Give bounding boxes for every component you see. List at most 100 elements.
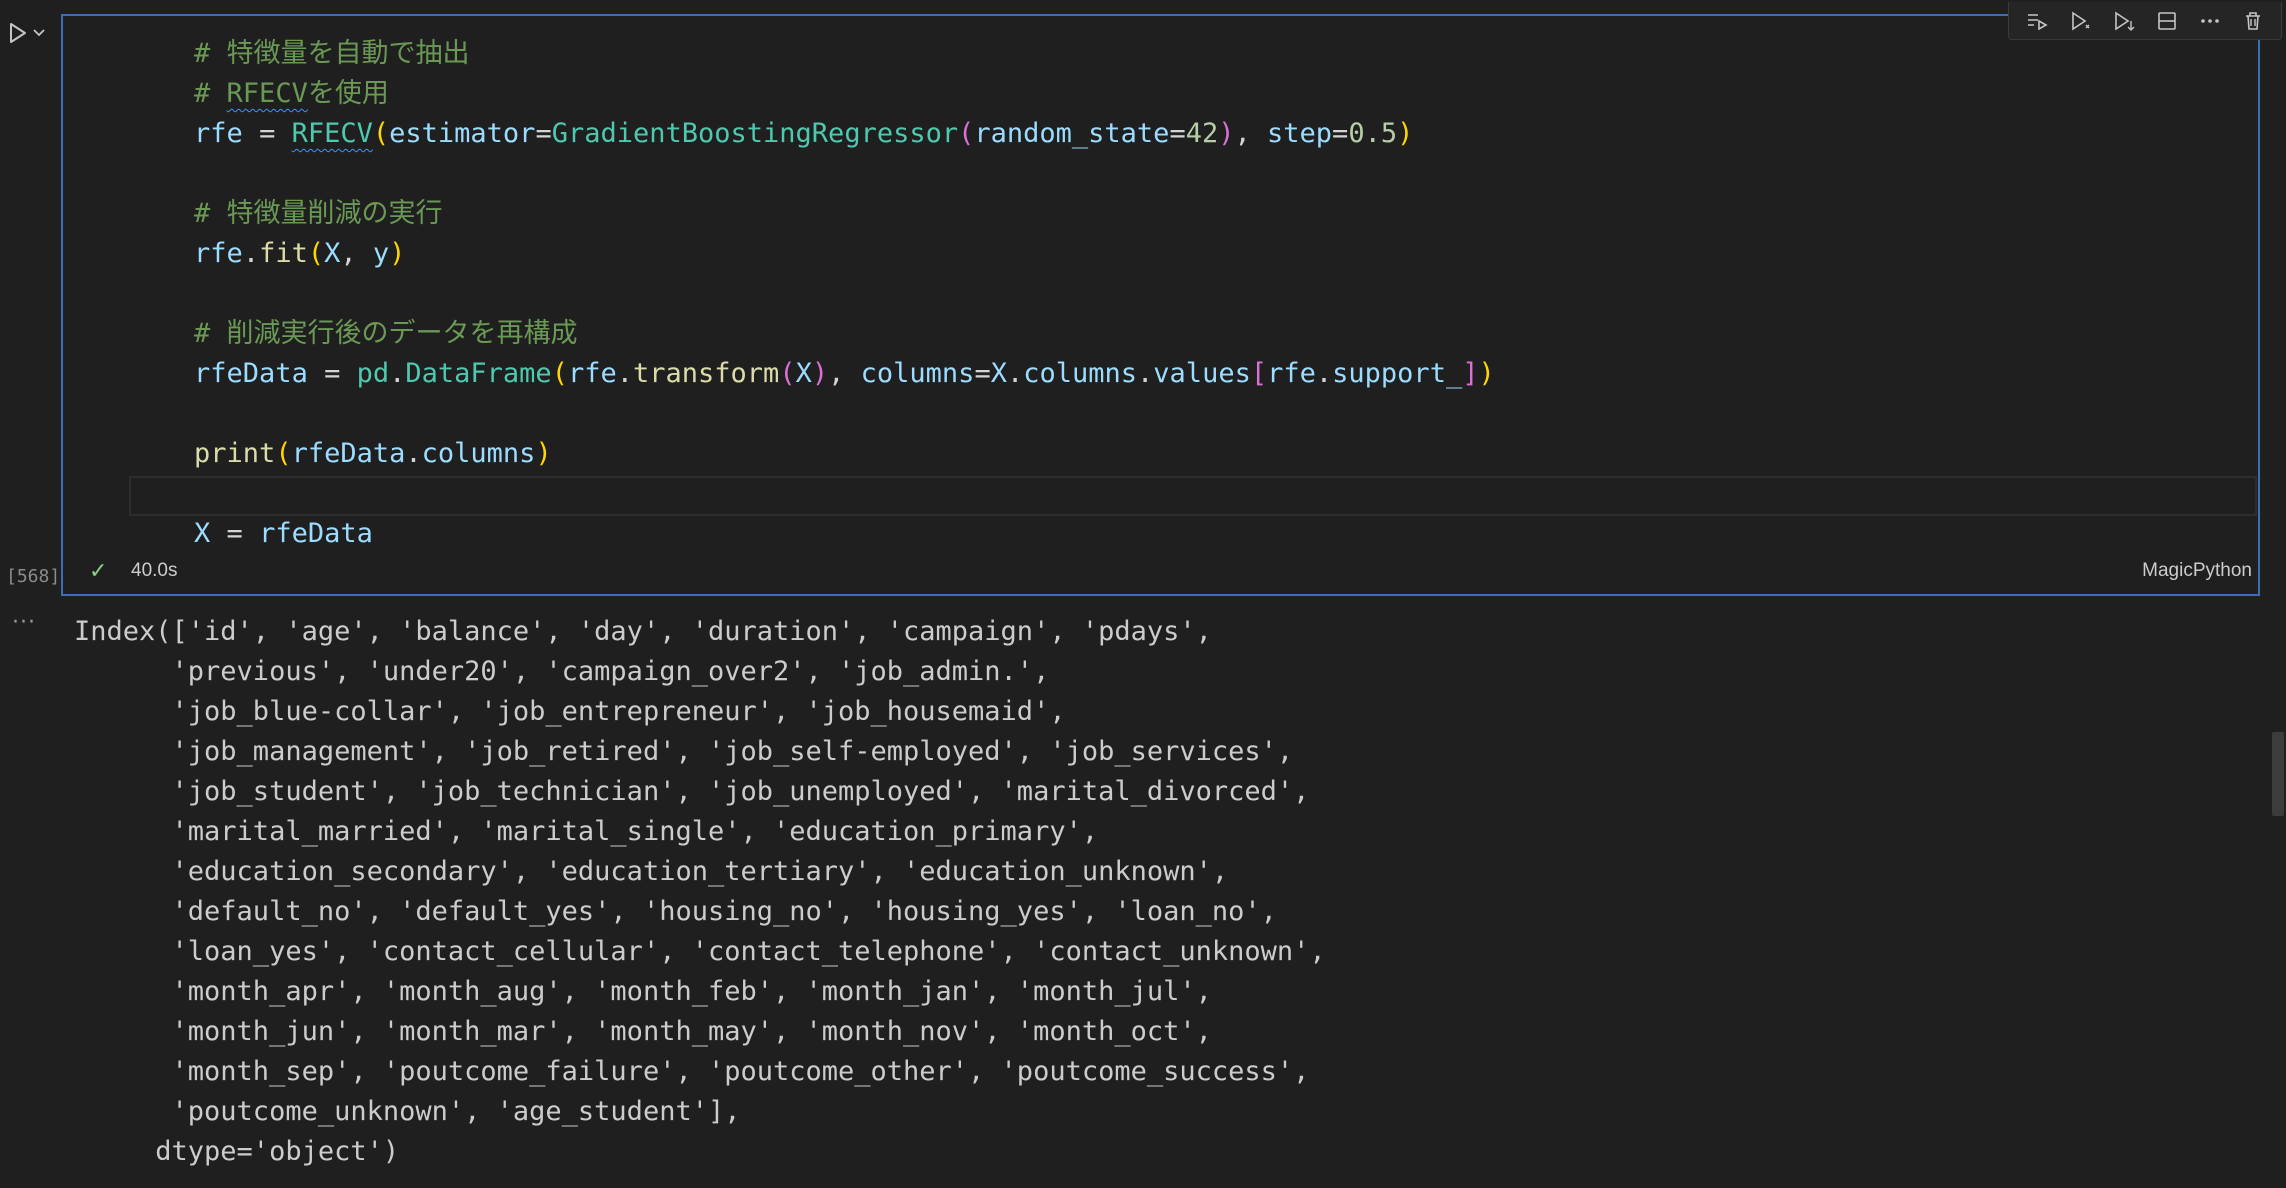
output-line: 'job_management', 'job_retired', 'job_se… [74,736,1294,767]
code-token: , [828,358,861,389]
more-actions-icon[interactable] [2196,7,2224,35]
code-token: = [307,358,357,389]
code-token: RFECV [291,118,373,149]
code-token: ( [958,118,975,149]
output-ellipsis-icon[interactable]: ··· [12,610,36,635]
code-token: rfe [194,118,243,149]
scrollbar-thumb[interactable] [2272,732,2284,816]
code-token: を使用 [307,78,389,109]
code-line[interactable] [129,474,2258,514]
code-token: columns [1023,358,1138,389]
code-token: 42 [1185,118,1219,149]
code-token: ( [307,238,325,269]
code-token: ) [1218,118,1235,149]
code-token: ( [551,358,568,389]
code-token: . [616,358,634,389]
code-token: = [242,118,292,149]
code-token: ) [811,358,829,389]
code-token: rfe [194,238,243,269]
code-token: ) [389,238,406,269]
code-token: = [210,518,260,549]
code-line[interactable] [129,274,2258,314]
output-line: 'month_apr', 'month_aug', 'month_feb', '… [74,976,1212,1007]
code-token: . [242,238,260,269]
code-line[interactable]: # 特徴量削減の実行 [129,194,2258,234]
execute-above-icon[interactable] [2023,7,2051,35]
code-token: X [324,238,341,269]
output-line: 'loan_yes', 'contact_cellular', 'contact… [74,936,1326,967]
code-token: values [1153,358,1251,389]
code-token: # 特徴量削減の実行 [129,198,443,229]
code-token: , [1234,118,1268,149]
code-line[interactable]: rfeData = pd.DataFrame(rfe.transform(X),… [129,354,2258,394]
code-line[interactable]: # 削減実行後のデータを再構成 [129,314,2258,354]
code-line[interactable] [129,154,2258,194]
output-line: Index(['id', 'age', 'balance', 'day', 'd… [74,616,1212,647]
run-cell-button[interactable] [8,18,56,48]
code-token: . [1006,358,1024,389]
execute-cell-icon[interactable] [2066,7,2094,35]
output-line: 'education_secondary', 'education_tertia… [74,856,1229,887]
code-token: = [535,118,552,149]
code-token: ( [372,118,390,149]
code-token: . [1315,358,1333,389]
code-token: = [974,358,991,389]
code-token: ( [275,438,292,469]
code-token: ] [1462,358,1479,389]
output-line: 'month_jun', 'month_mar', 'month_may', '… [74,1016,1212,1047]
code-line[interactable]: rfe.fit(X, y) [129,234,2258,274]
code-token: # [129,78,227,109]
execution-time: 40.0s [131,560,178,581]
code-token: columns [421,438,536,469]
chevron-down-icon[interactable] [32,28,46,38]
code-token: rfe [567,358,617,389]
code-token: X [194,518,211,549]
code-token: pd [356,358,390,389]
code-token: . [405,438,422,469]
code-token: rfe [1267,358,1316,389]
code-token: rfeData [194,358,308,389]
code-token: [ [1250,358,1268,389]
code-line[interactable]: X = rfeData [129,514,2258,554]
code-token: fit [259,238,308,269]
code-token: random_state [974,118,1170,149]
success-check-icon: ✓ [89,558,108,583]
output-line: 'month_sep', 'poutcome_failure', 'poutco… [74,1056,1310,1087]
code-line[interactable]: rfe = RFECV(estimator=GradientBoostingRe… [129,114,2258,154]
code-token: estimator [389,118,536,149]
code-line[interactable]: # RFECVを使用 [129,74,2258,114]
code-token: . [1137,358,1154,389]
code-editor[interactable]: # 特徴量を自動で抽出 # RFECVを使用 rfe = RFECV(estim… [129,34,2258,554]
code-cell[interactable]: # 特徴量を自動で抽出 # RFECVを使用 rfe = RFECV(estim… [61,2,2282,596]
cell-output: Index(['id', 'age', 'balance', 'day', 'd… [74,612,1326,1172]
language-selector[interactable]: MagicPython [2142,560,2252,582]
code-line[interactable]: print(rfeData.columns) [129,434,2258,474]
output-line: dtype='object') [74,1136,400,1167]
output-line: 'default_no', 'default_yes', 'housing_no… [74,896,1277,927]
code-token: X [990,358,1007,389]
code-token: = [1332,118,1349,149]
output-line: 'job_blue-collar', 'job_entrepreneur', '… [74,696,1066,727]
code-token: ) [1478,358,1495,389]
code-token: DataFrame [405,358,552,389]
code-line[interactable] [129,394,2258,434]
code-token: # 特徴量を自動で抽出 [129,38,470,69]
code-token: step [1267,118,1333,149]
split-cell-icon[interactable] [2153,7,2181,35]
code-token: print [194,438,276,469]
code-token: columns [860,358,975,389]
code-token: 0.5 [1348,118,1398,149]
execution-count: [568] [6,566,61,587]
execute-below-icon[interactable] [2109,7,2137,35]
code-token: X [795,358,812,389]
code-line[interactable]: # 特徴量を自動で抽出 [129,34,2258,74]
output-line: 'previous', 'under20', 'campaign_over2',… [74,656,1050,687]
output-line: 'marital_married', 'marital_single', 'ed… [74,816,1099,847]
delete-cell-icon[interactable] [2239,7,2267,35]
code-token: transform [633,358,780,389]
code-token: GradientBoostingRegressor [551,118,959,149]
code-token: rfeData [259,518,373,549]
code-token: ( [779,358,796,389]
